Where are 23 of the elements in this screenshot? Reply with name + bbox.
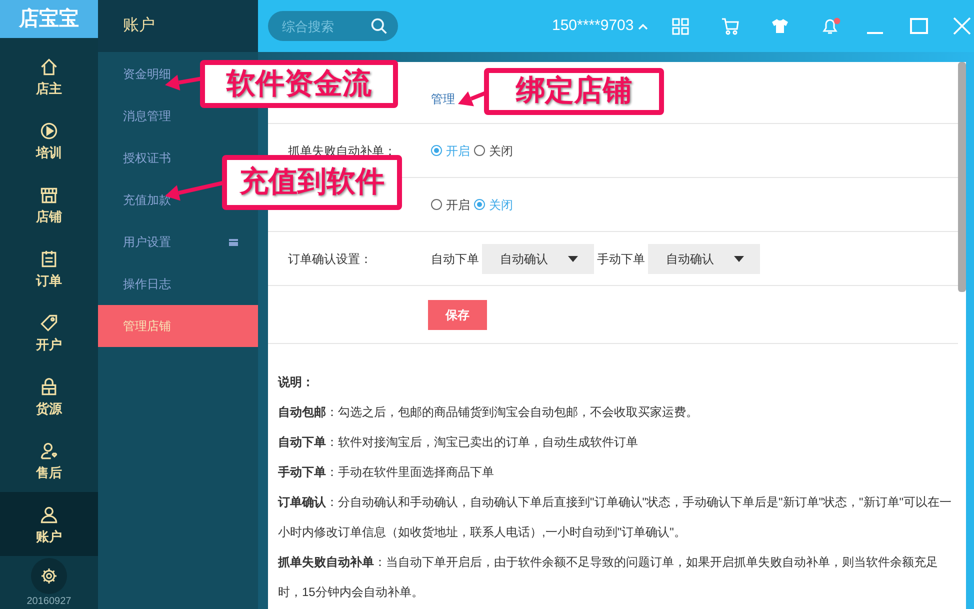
callout-text: 充值到软件: [240, 168, 384, 197]
note-paragraph: 抓单失败自动补单：当自动下单开启后，由于软件余额不足导致的问题订单，如果开启抓单失败自动补单，则当软件余额充足时，15分钟内会自动补单。: [278, 554, 939, 601]
nav-label: 订单: [36, 272, 62, 288]
callout-text: 绑定店铺: [516, 77, 632, 106]
sidebar-title: 账户: [123, 16, 155, 36]
nav-label: 培训: [36, 144, 62, 160]
nav-label: 开户: [36, 336, 62, 352]
nav-label: 账户: [36, 528, 62, 544]
select-label: 自动下单: [431, 250, 479, 268]
nav-label: 售后: [36, 464, 62, 480]
select-label: 手动下单: [597, 250, 645, 268]
notes-heading: 说明：: [278, 374, 315, 391]
nav-label: 货源: [36, 400, 62, 416]
setting-label: 订单确认设置：: [288, 252, 372, 266]
version-label: 20160927: [26, 595, 72, 609]
note-paragraph: 手动下单：手动在软件里面选择商品下单: [278, 464, 495, 481]
note-paragraph: 自动下单：软件对接淘宝后，淘宝已卖出的订单，自动生成软件订单: [278, 434, 639, 451]
nav-label: 店主: [36, 80, 62, 96]
nav-label: 店铺: [36, 208, 62, 224]
note-paragraph: 订单确认：分自动确认和手动确认，自动确认下单后直接到"订单确认"状态，手动确认下单后是"新订单"状态，"新订单"可以在一小时内修改订单信息（如收货地址，联系人电话）,一小时自动到"订单确认"。: [278, 494, 953, 541]
note-paragraph: 自动包邮：勾选之后，包邮的商品铺货到淘宝会自动包邮，不会收取买家运费。: [278, 404, 699, 421]
callout-text: 软件资金流: [226, 70, 372, 98]
app-logo: 店宝宝: [19, 6, 79, 32]
